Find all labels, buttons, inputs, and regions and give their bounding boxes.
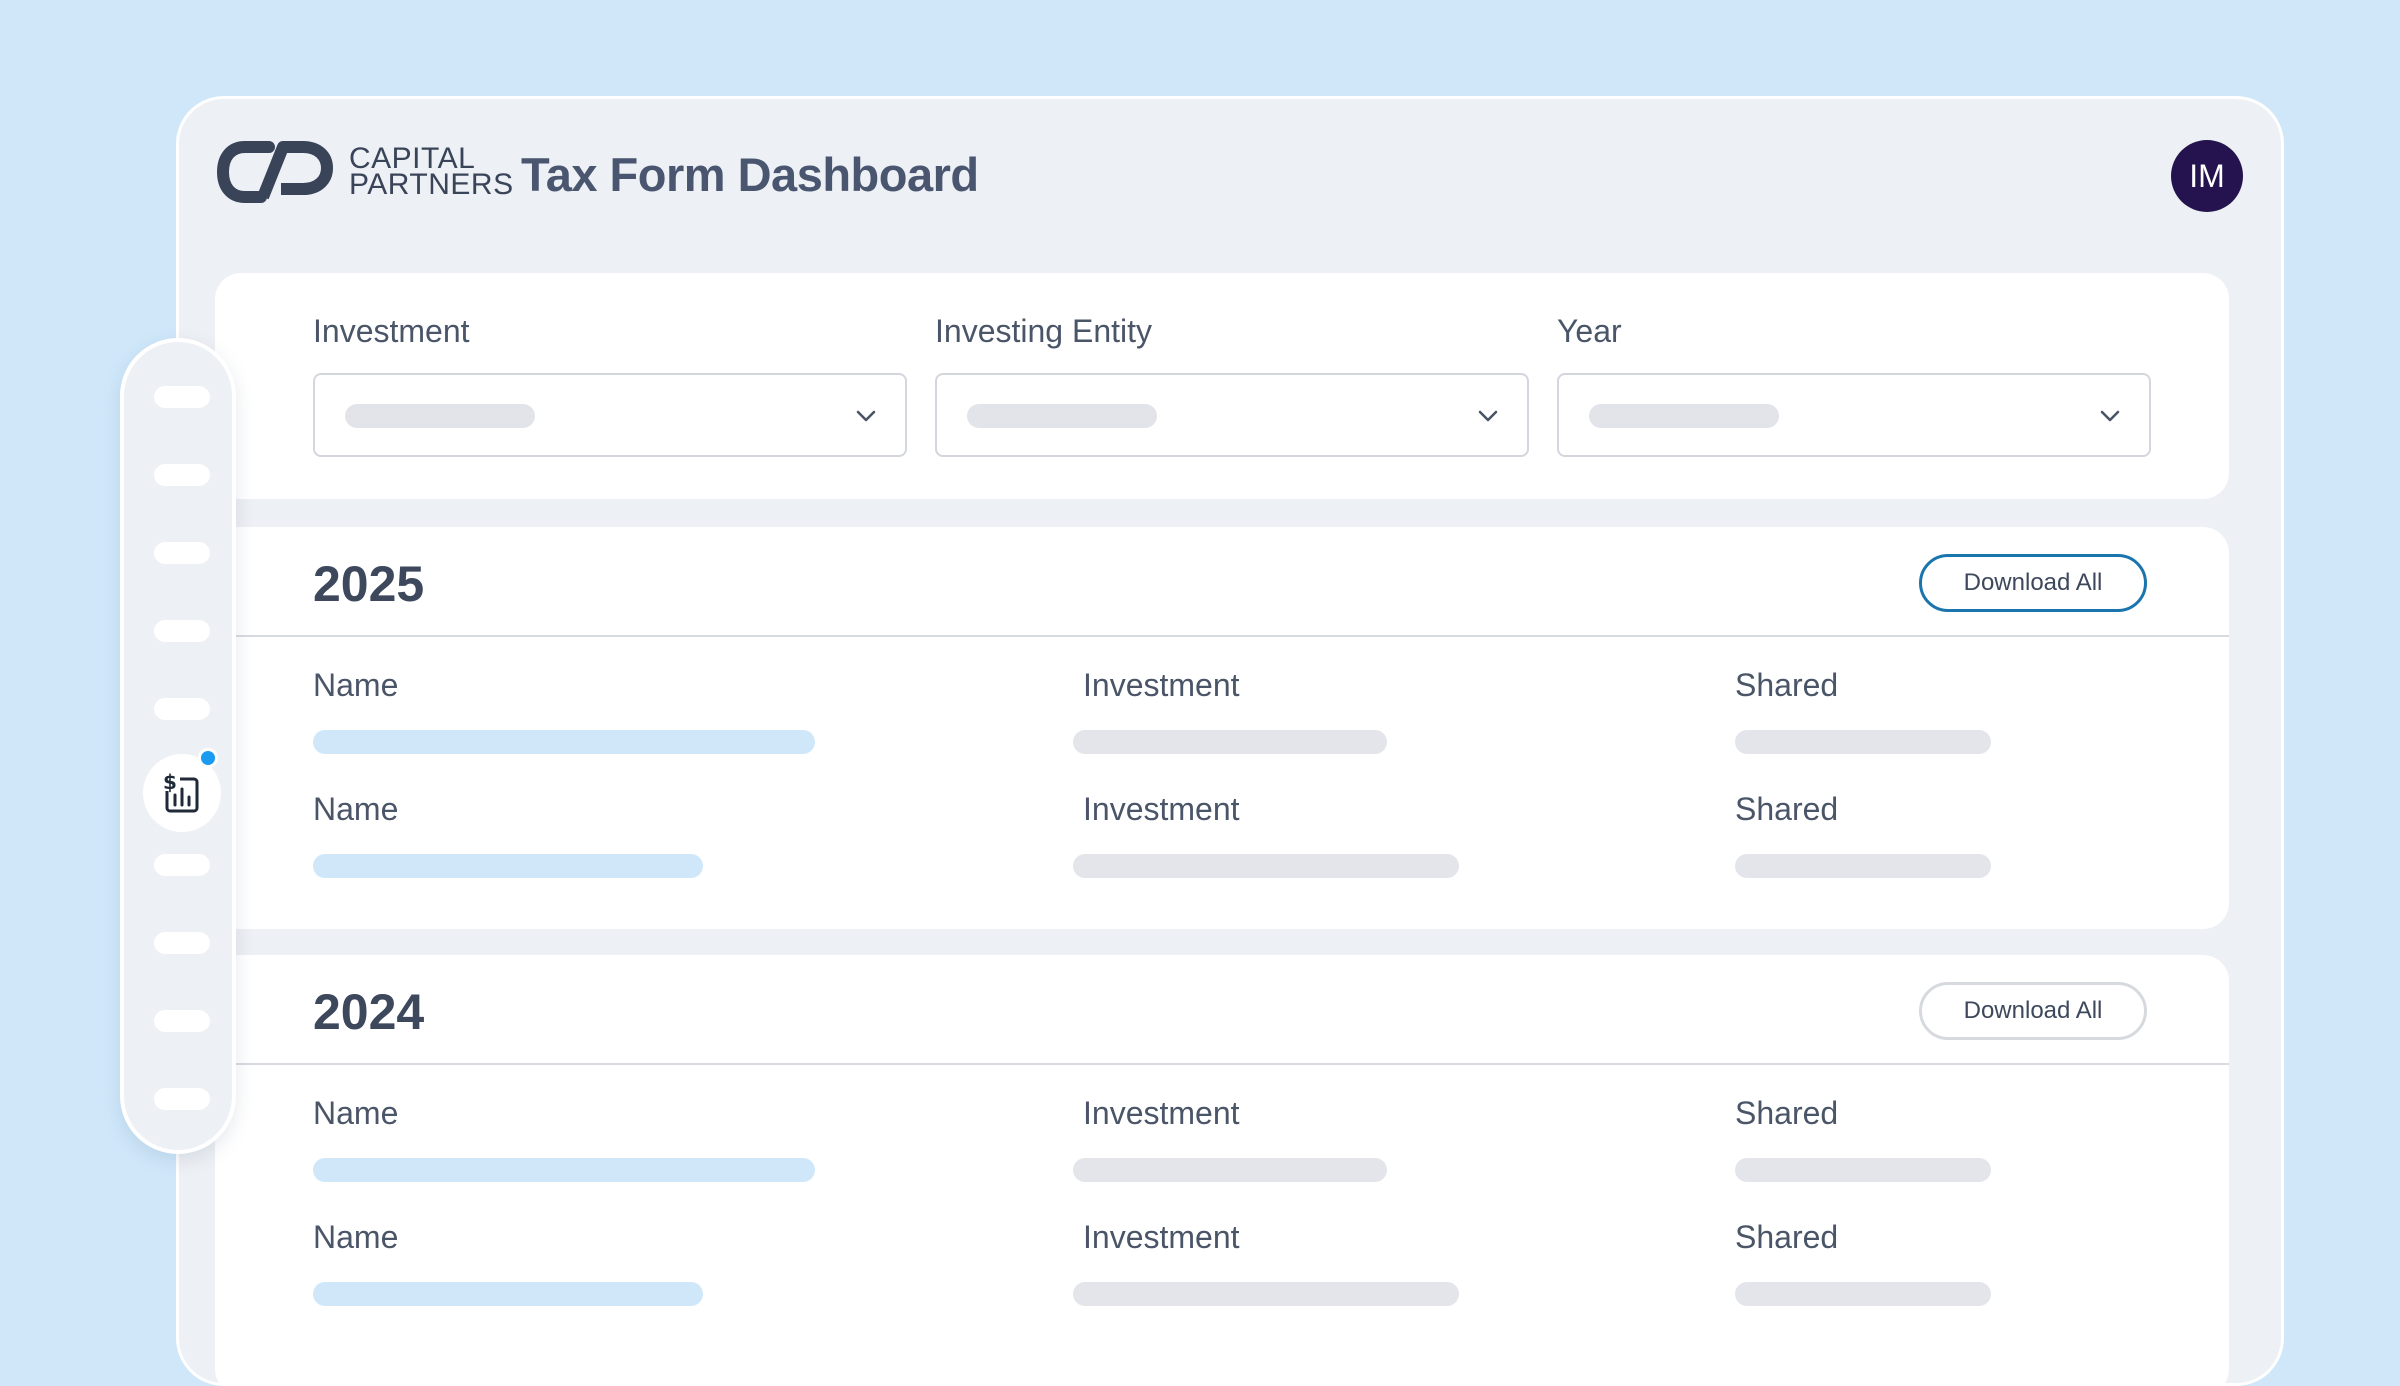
tax-report-icon: $: [162, 770, 199, 813]
header: CAPITAL PARTNERS Tax Form Dashboard IM: [179, 99, 2281, 249]
investment-label: Investment: [1083, 1095, 1240, 1131]
investment-label: Investment: [1083, 791, 1240, 827]
notification-dot: [198, 748, 218, 768]
shared-value-placeholder: [1735, 1158, 1991, 1182]
divider: [215, 635, 2229, 637]
shared-label: Shared: [1735, 667, 1839, 703]
chevron-down-icon: [2100, 410, 2120, 422]
shared-label: Shared: [1735, 1095, 1839, 1131]
brand-line-2: PARTNERS: [349, 168, 514, 201]
shared-label: Shared: [1735, 1219, 1839, 1255]
shared-value-placeholder: [1735, 854, 1991, 878]
name-label: Name: [313, 667, 399, 703]
investment-select[interactable]: [313, 373, 907, 457]
capital-partners-logo-icon: [217, 141, 333, 203]
name-label: Name: [313, 791, 399, 827]
download-all-button[interactable]: Download All: [1919, 982, 2147, 1040]
filter-label: Investment: [313, 313, 470, 349]
investment-value-placeholder: [1073, 1282, 1459, 1306]
brand-wordmark: CAPITAL PARTNERS: [349, 144, 514, 201]
app-window: CAPITAL PARTNERS Tax Form Dashboard IM I…: [176, 96, 2284, 1386]
year-heading: 2024: [313, 984, 425, 1040]
table-row[interactable]: Name Investment Shared: [215, 667, 2229, 791]
select-placeholder: [345, 404, 535, 428]
nav-item[interactable]: [154, 854, 210, 876]
name-value-placeholder: [313, 1282, 703, 1306]
investment-value-placeholder: [1073, 854, 1459, 878]
year-heading: 2025: [313, 556, 425, 612]
name-label: Name: [313, 1095, 399, 1131]
investment-value-placeholder: [1073, 730, 1387, 754]
nav-item[interactable]: [154, 620, 210, 642]
nav-item[interactable]: [154, 1010, 210, 1032]
side-nav-rail: $: [120, 338, 236, 1154]
table-row[interactable]: Name Investment Shared: [215, 791, 2229, 915]
filter-label: Investing Entity: [935, 313, 1152, 349]
filter-label: Year: [1557, 313, 1622, 349]
shared-value-placeholder: [1735, 730, 1991, 754]
table-row[interactable]: Name Investment Shared: [215, 1095, 2229, 1219]
year-select[interactable]: [1557, 373, 2151, 457]
brand-logo[interactable]: CAPITAL PARTNERS: [217, 139, 514, 205]
svg-text:$: $: [163, 770, 177, 794]
download-all-button[interactable]: Download All: [1919, 554, 2147, 612]
chevron-down-icon: [1478, 410, 1498, 422]
name-label: Name: [313, 1219, 399, 1255]
investment-value-placeholder: [1073, 1158, 1387, 1182]
select-placeholder: [1589, 404, 1779, 428]
divider: [215, 1063, 2229, 1065]
select-placeholder: [967, 404, 1157, 428]
page-title: Tax Form Dashboard: [521, 148, 979, 201]
nav-item[interactable]: [154, 386, 210, 408]
investing-entity-select[interactable]: [935, 373, 1529, 457]
name-value-placeholder: [313, 730, 815, 754]
nav-item[interactable]: [154, 542, 210, 564]
nav-item[interactable]: [154, 932, 210, 954]
year-section-2024: 2024 Download All Name Investment Shared…: [215, 955, 2229, 1383]
avatar[interactable]: IM: [2171, 140, 2243, 212]
investment-label: Investment: [1083, 1219, 1240, 1255]
nav-item[interactable]: [154, 464, 210, 486]
shared-value-placeholder: [1735, 1282, 1991, 1306]
nav-item[interactable]: [154, 698, 210, 720]
name-value-placeholder: [313, 1158, 815, 1182]
investment-label: Investment: [1083, 667, 1240, 703]
nav-item[interactable]: [154, 1088, 210, 1110]
year-section-2025: 2025 Download All Name Investment Shared…: [215, 527, 2229, 929]
table-row[interactable]: Name Investment Shared: [215, 1219, 2229, 1343]
chevron-down-icon: [856, 410, 876, 422]
shared-label: Shared: [1735, 791, 1839, 827]
filter-panel: Investment Investing Entity Year: [215, 273, 2229, 499]
name-value-placeholder: [313, 854, 703, 878]
